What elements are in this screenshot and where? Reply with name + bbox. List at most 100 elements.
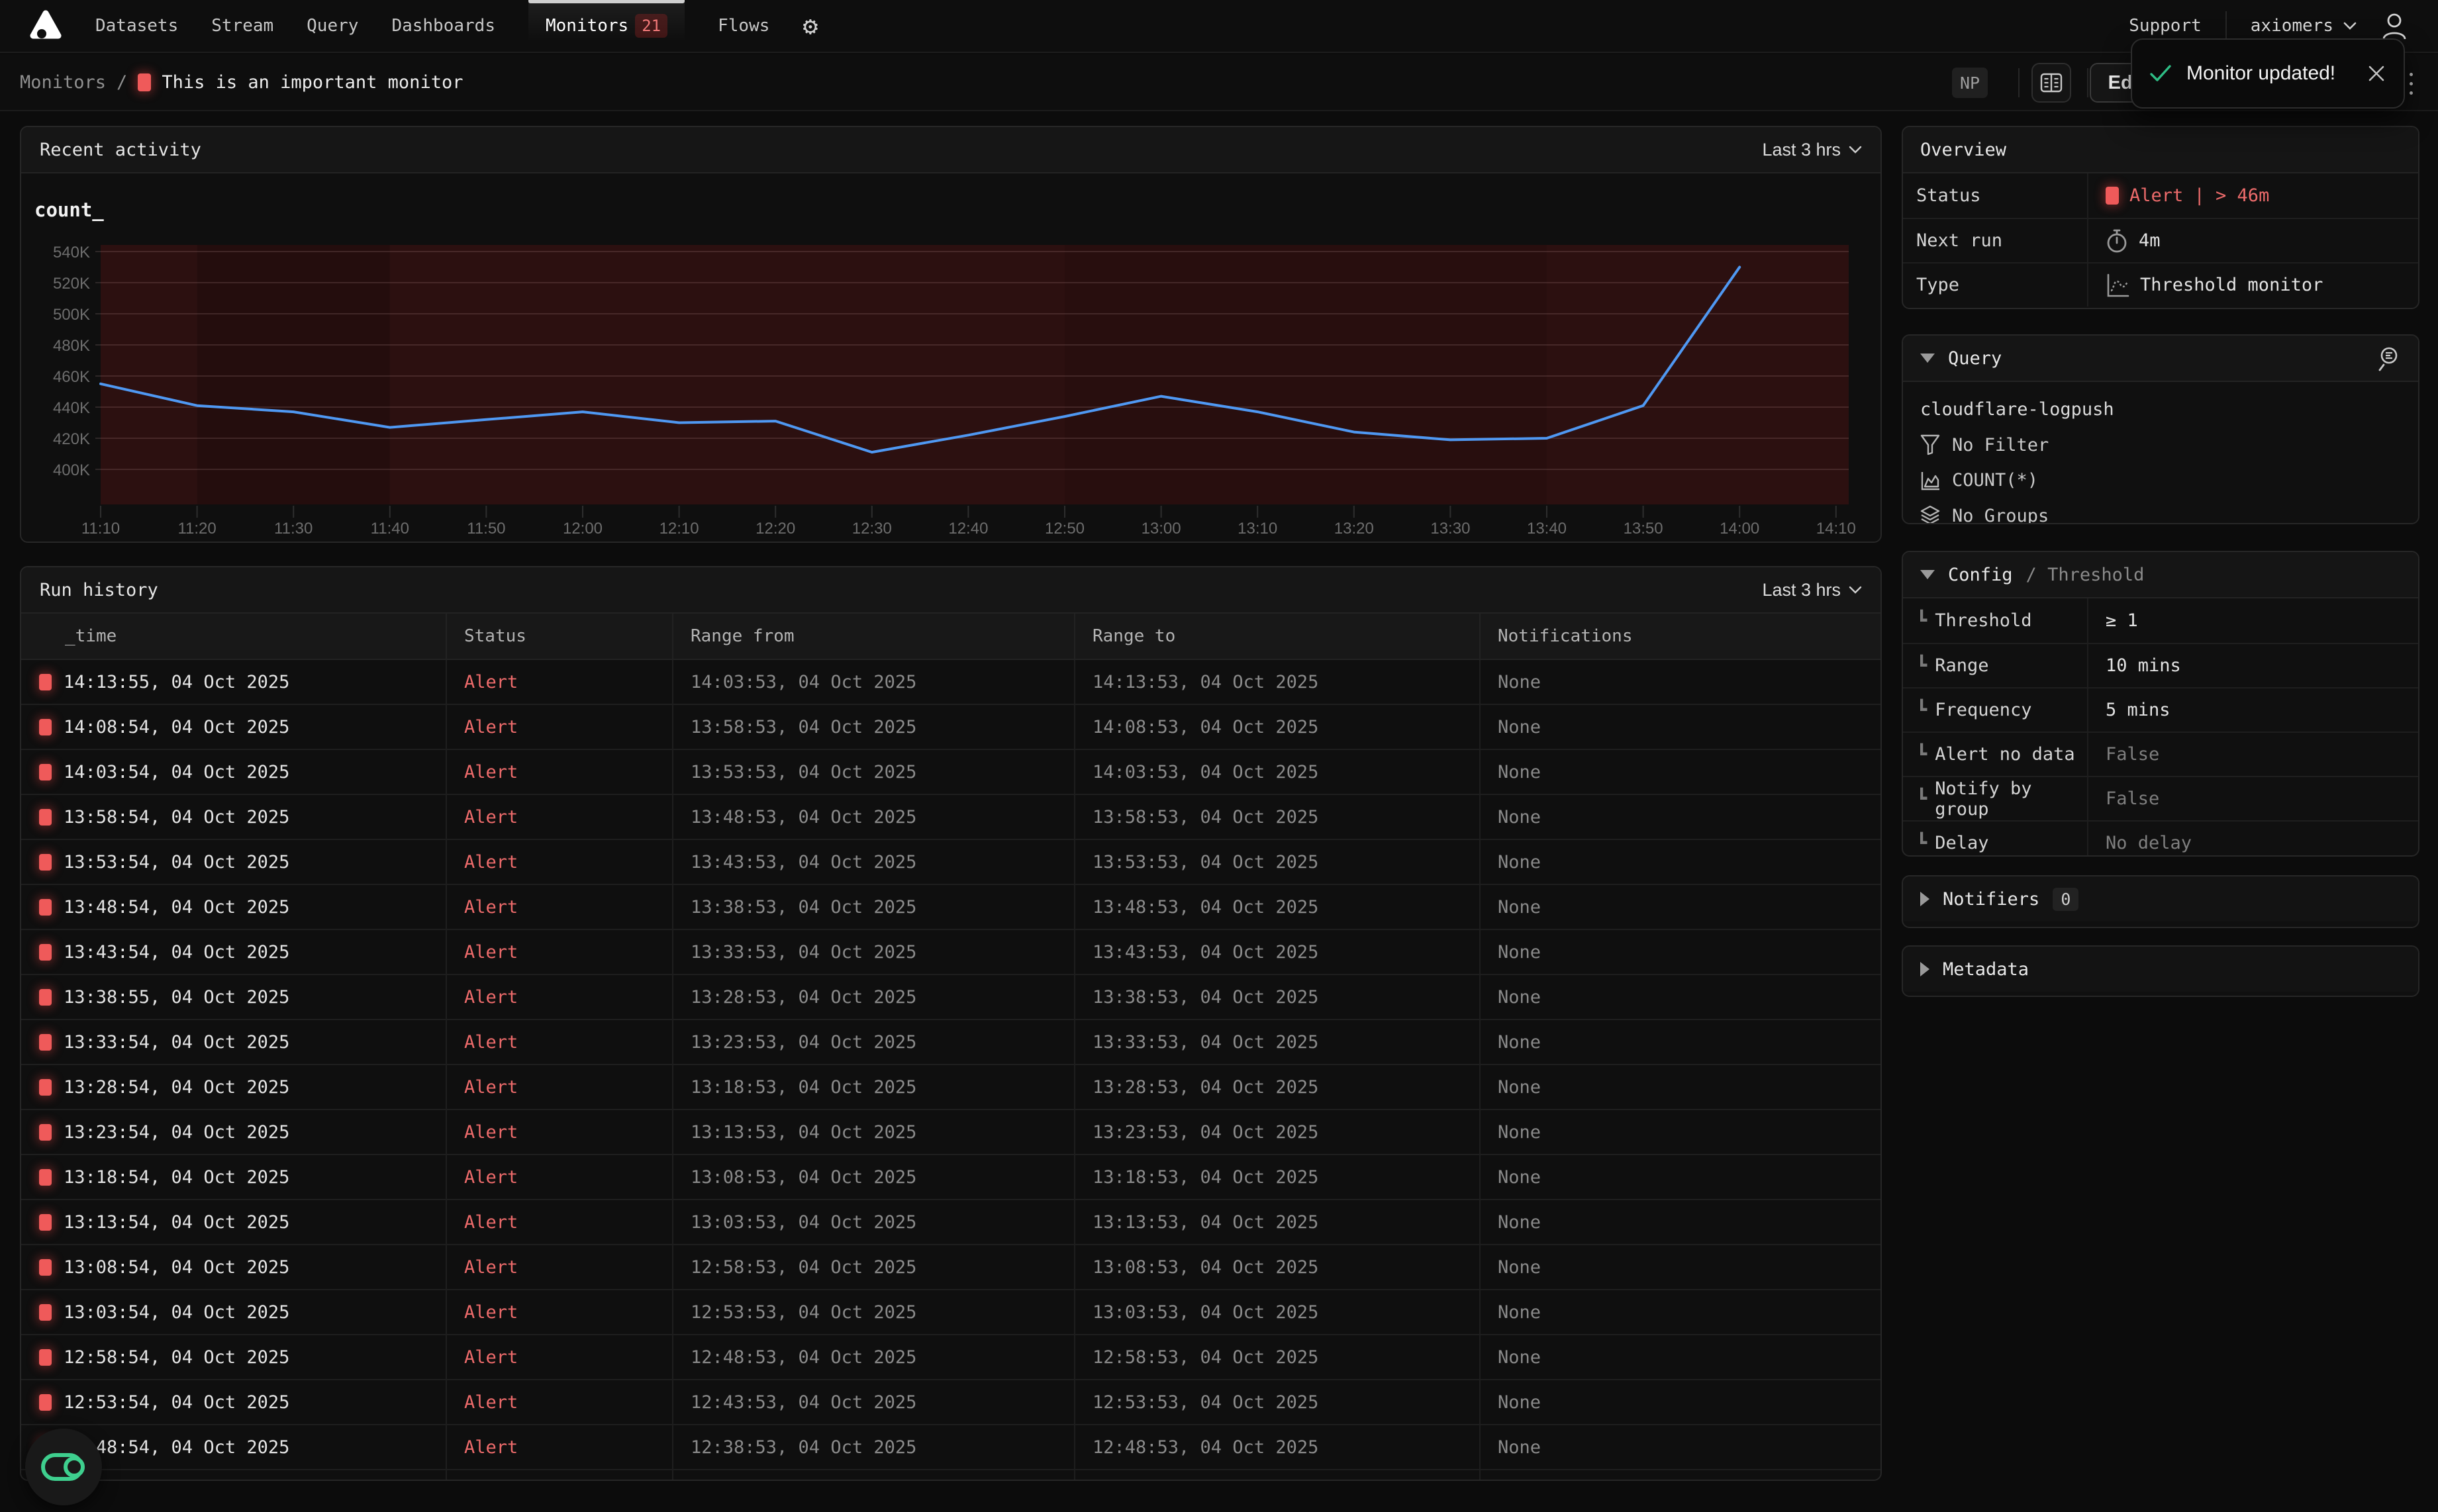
axiom-logo-icon[interactable]: [29, 9, 62, 42]
run-range-to: 13:38:53, 04 Oct 2025: [1074, 975, 1479, 1019]
table-row[interactable]: 13:08:54, 04 Oct 2025Alert12:58:53, 04 O…: [21, 1245, 1880, 1290]
table-row[interactable]: 13:23:54, 04 Oct 2025Alert13:13:53, 04 O…: [21, 1110, 1880, 1155]
run-notifications: None: [1479, 1020, 1880, 1064]
settings-gear-icon[interactable]: ⚙: [803, 0, 818, 52]
table-row[interactable]: 14:08:54, 04 Oct 2025Alert13:58:53, 04 O…: [21, 705, 1880, 750]
x-axis-label: 13:00: [1142, 520, 1181, 536]
breadcrumb-separator: /: [117, 72, 127, 93]
breadcrumb-monitors-link[interactable]: Monitors: [20, 72, 106, 93]
run-notifications: None: [1479, 1335, 1880, 1379]
run-status: Alert: [446, 1155, 672, 1199]
alert-status-square-icon: [39, 1034, 52, 1051]
run-status: Alert: [446, 660, 672, 704]
run-history-title: Run history: [40, 580, 158, 600]
table-row[interactable]: 13:03:54, 04 Oct 2025Alert12:53:53, 04 O…: [21, 1290, 1880, 1335]
column-header-status[interactable]: Status: [446, 614, 672, 659]
table-row[interactable]: 13:33:54, 04 Oct 2025Alert13:23:53, 04 O…: [21, 1020, 1880, 1065]
x-axis-label: 14:10: [1816, 520, 1856, 536]
run-range-to: 13:03:53, 04 Oct 2025: [1074, 1290, 1479, 1334]
config-label: Delay: [1935, 833, 1988, 853]
overview-panel: Overview Status Alert | > 46m Next run 4…: [1902, 126, 2419, 309]
query-inspect-icon[interactable]: [2376, 345, 2401, 371]
column-header-time[interactable]: _time: [21, 614, 446, 659]
nav-item-stream[interactable]: Stream: [211, 0, 273, 52]
table-row[interactable]: 13:38:55, 04 Oct 2025Alert13:28:53, 04 O…: [21, 975, 1880, 1020]
run-range-to: 12:58:53, 04 Oct 2025: [1074, 1335, 1479, 1379]
recent-activity-range-select[interactable]: Last 3 hrs: [1762, 140, 1862, 160]
table-row[interactable]: 13:13:54, 04 Oct 2025Alert13:03:53, 04 O…: [21, 1200, 1880, 1245]
run-time: 13:28:54, 04 Oct 2025: [64, 1077, 289, 1098]
query-section-header[interactable]: Query: [1903, 336, 2418, 381]
query-dataset[interactable]: cloudflare-logpush: [1920, 399, 2401, 420]
aggregation-chart-icon: [1920, 471, 1940, 491]
nav-item-dashboards[interactable]: Dashboards: [391, 0, 495, 52]
config-section-header[interactable]: Config / Threshold: [1903, 552, 2418, 597]
column-header-range-to[interactable]: Range to: [1074, 614, 1479, 659]
run-notifications: None: [1479, 750, 1880, 794]
support-link[interactable]: Support: [2129, 16, 2202, 36]
x-axis-label: 13:10: [1238, 520, 1277, 536]
config-label: Frequency: [1935, 700, 2031, 720]
chevron-down-icon: [2343, 21, 2357, 30]
expand-triangle-icon: [1920, 962, 1929, 976]
table-row[interactable]: 13:53:54, 04 Oct 2025Alert13:43:53, 04 O…: [21, 840, 1880, 885]
nav-item-query[interactable]: Query: [307, 0, 358, 52]
user-avatar-icon[interactable]: [2381, 11, 2408, 40]
table-row[interactable]: 13:43:54, 04 Oct 2025Alert13:33:53, 04 O…: [21, 930, 1880, 975]
config-value: False: [2106, 744, 2159, 765]
run-range-from: 13:08:53, 04 Oct 2025: [672, 1155, 1074, 1199]
x-axis-label: 13:30: [1430, 520, 1470, 536]
column-header-notifications[interactable]: Notifications: [1479, 614, 1880, 659]
config-label: Notify by group: [1935, 779, 2087, 820]
nav-item-datasets[interactable]: Datasets: [95, 0, 178, 52]
table-row[interactable]: 13:48:54, 04 Oct 2025Alert13:38:53, 04 O…: [21, 885, 1880, 930]
table-row[interactable]: 12:53:54, 04 Oct 2025Alert12:43:53, 04 O…: [21, 1380, 1880, 1425]
run-status: Alert: [446, 1020, 672, 1064]
view-columns-button[interactable]: [2031, 63, 2071, 103]
table-row[interactable]: 14:03:54, 04 Oct 2025Alert13:53:53, 04 O…: [21, 750, 1880, 795]
top-navigation: Datasets Stream Query Dashboards Monitor…: [0, 0, 2438, 53]
run-time: 14:03:54, 04 Oct 2025: [64, 762, 289, 782]
metadata-section-header[interactable]: Metadata: [1903, 947, 2418, 992]
run-range-from: 13:33:53, 04 Oct 2025: [672, 930, 1074, 974]
run-time: 13:08:54, 04 Oct 2025: [64, 1257, 289, 1278]
table-row[interactable]: 12:58:54, 04 Oct 2025Alert12:48:53, 04 O…: [21, 1335, 1880, 1380]
config-subtitle: Threshold: [2047, 565, 2144, 585]
query-groups[interactable]: No Groups: [1920, 505, 2401, 524]
run-history-range-select[interactable]: Last 3 hrs: [1762, 580, 1862, 600]
toast-message: Monitor updated!: [2186, 62, 2352, 85]
query-filter[interactable]: No Filter: [1920, 434, 2401, 455]
table-row[interactable]: 12:48:54, 04 Oct 2025Alert12:38:53, 04 O…: [21, 1425, 1880, 1470]
alert-status-square-icon: [39, 1394, 52, 1411]
table-row[interactable]: 13:58:54, 04 Oct 2025Alert13:48:53, 04 O…: [21, 795, 1880, 840]
table-row[interactable]: 14:13:55, 04 Oct 2025Alert14:03:53, 04 O…: [21, 660, 1880, 705]
alert-status-square-icon: [39, 1259, 52, 1276]
run-range-to: 14:13:53, 04 Oct 2025: [1074, 660, 1479, 704]
run-notifications: None: [1479, 1470, 1880, 1481]
column-header-range-from[interactable]: Range from: [672, 614, 1074, 659]
query-aggregation[interactable]: COUNT(*): [1920, 470, 2401, 491]
org-switcher[interactable]: axiomers: [2251, 16, 2357, 36]
table-row[interactable]: 12:43:54, 04 Oct 2025Alert12:33:53, 04 O…: [21, 1470, 1880, 1481]
run-notifications: None: [1479, 975, 1880, 1019]
table-row[interactable]: 13:18:54, 04 Oct 2025Alert13:08:53, 04 O…: [21, 1155, 1880, 1200]
run-range-to: 13:23:53, 04 Oct 2025: [1074, 1110, 1479, 1154]
metadata-title: Metadata: [1943, 959, 2029, 980]
alert-status-square-icon: [39, 1079, 52, 1096]
x-axis-label: 11:50: [467, 520, 505, 536]
nav-item-flows[interactable]: Flows: [718, 0, 769, 52]
table-row[interactable]: 13:28:54, 04 Oct 2025Alert13:18:53, 04 O…: [21, 1065, 1880, 1110]
layers-icon: [1920, 505, 1940, 524]
feature-toggle-fab[interactable]: [25, 1429, 102, 1505]
collapse-triangle-icon: [1920, 570, 1935, 579]
run-range-from: 13:23:53, 04 Oct 2025: [672, 1020, 1074, 1064]
monitors-count-badge: 21: [635, 14, 667, 38]
nav-item-monitors[interactable]: Monitors 21: [528, 0, 685, 52]
notifiers-section-header[interactable]: Notifiers 0: [1903, 876, 2418, 921]
run-notifications: None: [1479, 930, 1880, 974]
run-notifications: None: [1479, 660, 1880, 704]
run-time: 12:53:54, 04 Oct 2025: [64, 1392, 289, 1413]
toast-close-icon[interactable]: [2366, 64, 2386, 83]
run-time: 13:53:54, 04 Oct 2025: [64, 852, 289, 873]
breadcrumb: Monitors / This is an important monitor: [0, 72, 463, 93]
